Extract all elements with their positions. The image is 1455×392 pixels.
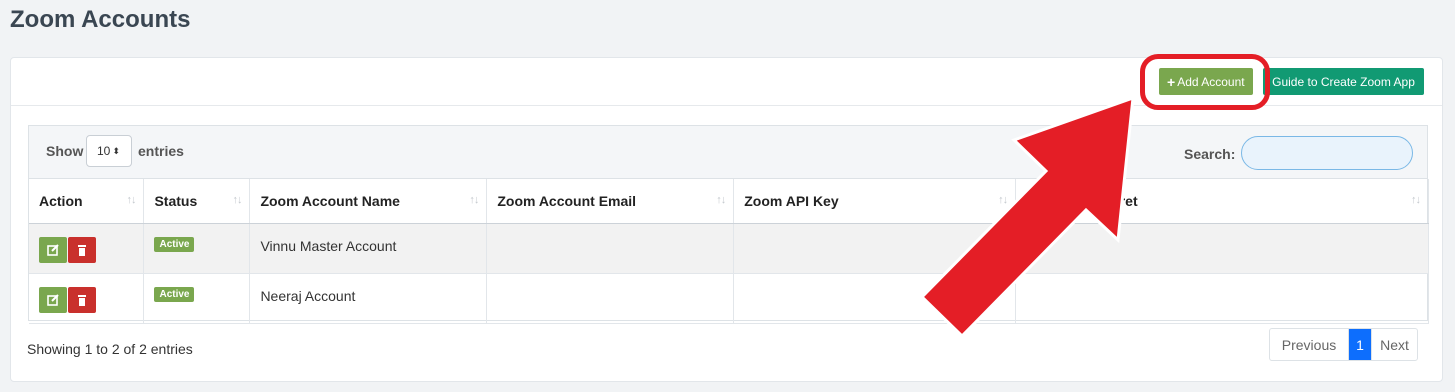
api-key-cell xyxy=(733,223,1017,274)
status-badge: Active xyxy=(154,236,195,252)
account-email-cell xyxy=(486,223,735,274)
pagination: Previous 1 Next xyxy=(1269,328,1418,361)
column-header-api-secret[interactable]: Zoom API Secret ↑↓ xyxy=(1015,179,1429,224)
status-cell: Active xyxy=(143,273,251,324)
column-header-action[interactable]: Action ↑↓ xyxy=(29,179,145,224)
action-cell xyxy=(29,223,145,274)
previous-page-button[interactable]: Previous xyxy=(1270,329,1349,360)
accounts-table: Action ↑↓ Status ↑↓ Zoom Account Name ↑↓ Zo… xyxy=(29,179,1429,324)
sort-arrows-icon: ↑↓ xyxy=(126,194,136,206)
select-arrows-icon: ⬍ xyxy=(112,145,120,156)
trash-icon xyxy=(78,244,86,256)
status-badge: Active xyxy=(154,286,195,302)
entries-label: entries xyxy=(138,143,184,159)
status-cell: Active xyxy=(143,223,251,274)
datatable-controls: Show 10 ⬍ entries Search: xyxy=(29,126,1427,179)
page-length-value: 10 xyxy=(97,144,111,158)
page-length-select[interactable]: 10 ⬍ xyxy=(86,135,132,167)
api-key-cell xyxy=(733,273,1017,324)
sort-arrows-icon: ↑↓ xyxy=(998,194,1008,206)
show-label: Show xyxy=(46,143,84,159)
sort-arrows-icon: ↑↓ xyxy=(232,194,242,206)
account-email-cell xyxy=(486,273,735,324)
edit-icon xyxy=(47,293,59,306)
account-name-cell: Vinnu Master Account xyxy=(249,223,488,274)
delete-button[interactable] xyxy=(68,286,96,313)
action-cell xyxy=(29,273,145,324)
table-info: Showing 1 to 2 of 2 entries xyxy=(27,341,193,357)
column-header-name[interactable]: Zoom Account Name ↑↓ xyxy=(249,179,488,224)
table-row: Active Neeraj Account xyxy=(29,273,1429,324)
sort-arrows-icon: ↑↓ xyxy=(469,194,479,206)
search-label: Search: xyxy=(1184,146,1236,162)
table-header-row: Action ↑↓ Status ↑↓ Zoom Account Name ↑↓ Zo… xyxy=(29,179,1429,224)
api-secret-cell xyxy=(1015,223,1429,274)
delete-button[interactable] xyxy=(68,236,96,263)
edit-icon xyxy=(47,243,59,256)
edit-button[interactable] xyxy=(39,236,67,263)
trash-icon xyxy=(78,294,86,306)
account-name-cell: Neeraj Account xyxy=(249,273,488,324)
guide-button[interactable]: Guide to Create Zoom App xyxy=(1263,68,1424,95)
next-page-button[interactable]: Next xyxy=(1371,329,1417,360)
edit-button[interactable] xyxy=(39,286,67,313)
page-1-button[interactable]: 1 xyxy=(1349,329,1371,360)
api-secret-cell xyxy=(1015,273,1429,324)
datatable: Show 10 ⬍ entries Search: Action ↑↓ Statu… xyxy=(28,125,1429,324)
column-header-api-key[interactable]: Zoom API Key ↑↓ xyxy=(733,179,1017,224)
page-title: Zoom Accounts xyxy=(10,6,191,33)
sort-arrows-icon: ↑↓ xyxy=(716,194,726,206)
column-header-email[interactable]: Zoom Account Email ↑↓ xyxy=(486,179,735,224)
table-row: Active Vinnu Master Account xyxy=(29,223,1429,274)
search-input[interactable] xyxy=(1241,136,1413,170)
annotation-highlight-ring xyxy=(1140,54,1270,110)
sort-arrows-icon: ↑↓ xyxy=(1411,194,1421,206)
column-header-status[interactable]: Status ↑↓ xyxy=(143,179,251,224)
